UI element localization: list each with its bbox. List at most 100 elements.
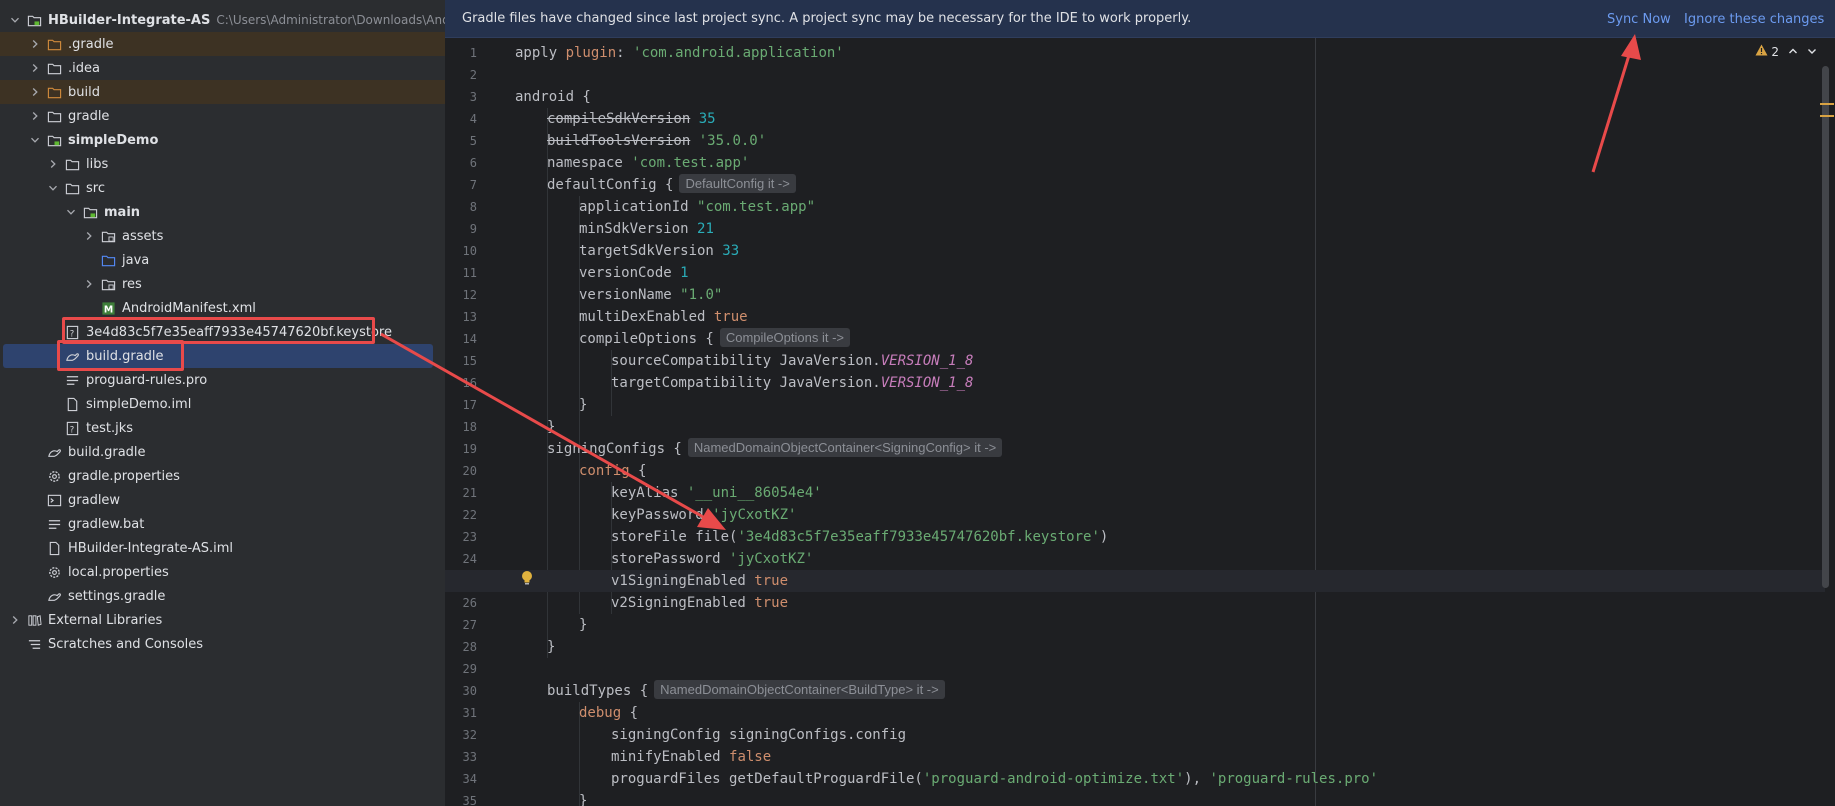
code-line[interactable]: android { <box>515 86 591 108</box>
tree-item-label: res <box>122 276 142 292</box>
lightbulb-icon[interactable] <box>520 570 534 586</box>
code-token: VERSION_1_8 <box>880 375 974 391</box>
tree-item-folder-libs[interactable]: libs <box>0 152 445 176</box>
tree-item-label: src <box>86 180 105 196</box>
tree-item-module-simpledemo[interactable]: simpleDemo <box>0 128 445 152</box>
tree-item-file-simpledemo-iml[interactable]: simpleDemo.iml <box>0 392 445 416</box>
chevron-right-icon[interactable] <box>46 157 60 171</box>
code-line[interactable]: proguardFiles getDefaultProguardFile('pr… <box>611 768 1378 790</box>
tree-item-folder-idea[interactable]: .idea <box>0 56 445 80</box>
code-line[interactable]: namespace 'com.test.app' <box>547 152 749 174</box>
tree-item-folder-assets[interactable]: assets <box>0 224 445 248</box>
problems-indicator[interactable]: 2 <box>1755 44 1817 59</box>
code-line[interactable]: keyAlias '__uni__86054e4' <box>611 482 822 504</box>
code-token: true <box>754 595 789 611</box>
tree-item-file-module-build-gradle[interactable]: build.gradle <box>3 344 433 368</box>
code-line[interactable]: targetCompatibility JavaVersion.VERSION_… <box>611 372 973 394</box>
resource-folder-icon <box>100 228 116 244</box>
tree-item-file-gradlew[interactable]: gradlew <box>0 488 445 512</box>
code-line[interactable]: buildToolsVersion '35.0.0' <box>547 130 766 152</box>
chevron-right-icon[interactable] <box>82 229 96 243</box>
folder-icon <box>46 540 62 556</box>
code-line[interactable]: defaultConfig {DefaultConfig it -> <box>547 174 796 196</box>
tree-item-file-root-build-gradle[interactable]: build.gradle <box>0 440 445 464</box>
code-line[interactable]: versionName "1.0" <box>579 284 722 306</box>
code-line[interactable]: config { <box>579 460 646 482</box>
code-line[interactable]: minifyEnabled false <box>611 746 771 768</box>
tree-item-file-settings-gradle[interactable]: settings.gradle <box>0 584 445 608</box>
chevron-down-icon[interactable] <box>28 133 42 147</box>
warning-stripe-marker[interactable] <box>1820 115 1834 117</box>
chevron-up-icon[interactable] <box>1788 45 1798 59</box>
code-token: 'com.test.app' <box>631 155 750 171</box>
tree-item-external-libraries[interactable]: External Libraries <box>0 608 445 632</box>
code-line[interactable]: storePassword 'jyCxotKZ' <box>611 548 813 570</box>
code-line[interactable]: multiDexEnabled true <box>579 306 748 328</box>
code-line[interactable]: storeFile file('3e4d83c5f7e35eaff7933e45… <box>611 526 1108 548</box>
tree-item-scratches-and-consoles[interactable]: Scratches and Consoles <box>0 632 445 656</box>
tree-item-file-gradlew-bat[interactable]: gradlew.bat <box>0 512 445 536</box>
code-line[interactable]: sourceCompatibility JavaVersion.VERSION_… <box>611 350 973 372</box>
code-line[interactable]: v2SigningEnabled true <box>611 592 788 614</box>
tree-item-folder-main[interactable]: main <box>0 200 445 224</box>
tree-item-file-project-iml[interactable]: HBuilder-Integrate-AS.iml <box>0 536 445 560</box>
code-token: signingConfig signingConfigs.config <box>611 727 907 743</box>
tree-item-folder-gradle[interactable]: gradle <box>0 104 445 128</box>
tree-item-file-android-manifest[interactable]: M AndroidManifest.xml <box>0 296 445 320</box>
code-line[interactable]: buildTypes {NamedDomainObjectContainer<B… <box>547 680 945 702</box>
tree-item-file-gradle-properties[interactable]: gradle.properties <box>0 464 445 488</box>
tree-item-file-test-jks[interactable]: ? test.jks <box>0 416 445 440</box>
tree-item-folder-java[interactable]: java <box>0 248 445 272</box>
chevron-down-icon[interactable] <box>64 205 78 219</box>
code-line[interactable]: signingConfigs {NamedDomainObjectContain… <box>547 438 1003 460</box>
tree-item-file-local-properties[interactable]: local.properties <box>0 560 445 584</box>
module-folder-icon <box>26 12 42 28</box>
tree-item-file-keystore[interactable]: ? 3e4d83c5f7e35eaff7933e45747620bf.keysto… <box>0 320 445 344</box>
chevron-down-icon[interactable] <box>8 13 22 27</box>
tree-item-label: java <box>122 252 150 268</box>
chevron-right-icon[interactable] <box>28 85 42 99</box>
code-area[interactable]: apply plugin: 'com.android.application' a… <box>445 38 1835 806</box>
chevron-right-icon[interactable] <box>28 37 42 51</box>
tree-item-file-proguard-rules[interactable]: proguard-rules.pro <box>0 368 445 392</box>
tree-item-folder-build[interactable]: build <box>0 80 445 104</box>
svg-text:M: M <box>103 304 112 315</box>
code-line[interactable]: } <box>547 636 555 658</box>
code-token: v1SigningEnabled <box>611 573 755 589</box>
chevron-right-icon[interactable] <box>28 109 42 123</box>
chevron-down-icon[interactable] <box>46 181 60 195</box>
code-line[interactable]: } <box>579 790 587 806</box>
chevron-down-icon[interactable] <box>1807 45 1817 59</box>
chevron-right-icon[interactable] <box>28 61 42 75</box>
tree-item-folder-src[interactable]: src <box>0 176 445 200</box>
code-line[interactable]: debug { <box>579 702 638 724</box>
code-line[interactable]: } <box>547 416 555 438</box>
code-line[interactable]: compileSdkVersion 35 <box>547 108 716 130</box>
code-line[interactable]: signingConfig signingConfigs.config <box>611 724 906 746</box>
warning-stripe-marker[interactable] <box>1820 103 1834 105</box>
code-line[interactable]: versionCode 1 <box>579 262 689 284</box>
code-line[interactable]: applicationId "com.test.app" <box>579 196 815 218</box>
folder-icon <box>64 396 80 412</box>
code-line[interactable]: minSdkVersion 21 <box>579 218 714 240</box>
tree-item-project-root[interactable]: HBuilder-Integrate-AS C:\Users\Administra… <box>0 8 445 32</box>
code-line[interactable]: compileOptions {CompileOptions it -> <box>579 328 850 350</box>
code-token: true <box>754 573 789 589</box>
sync-now-link[interactable]: Sync Now <box>1607 12 1671 27</box>
code-line[interactable]: targetSdkVersion 33 <box>579 240 739 262</box>
tree-item-label: .idea <box>68 60 100 76</box>
chevron-right-icon[interactable] <box>82 277 96 291</box>
vertical-scrollbar[interactable] <box>1822 66 1829 588</box>
code-line[interactable]: } <box>579 614 587 636</box>
code-editor[interactable]: Gradle files have changed since last pro… <box>445 0 1835 806</box>
code-line[interactable]: } <box>579 394 587 416</box>
project-tree: HBuilder-Integrate-AS C:\Users\Administra… <box>0 0 445 806</box>
tree-item-folder-gradle-cache[interactable]: .gradle <box>0 32 445 56</box>
code-line[interactable]: keyPassword 'jyCxotKZ' <box>611 504 796 526</box>
chevron-right-icon[interactable] <box>8 613 22 627</box>
tree-item-folder-res[interactable]: res <box>0 272 445 296</box>
ignore-changes-link[interactable]: Ignore these changes <box>1684 12 1824 27</box>
code-line[interactable]: apply plugin: 'com.android.application' <box>515 42 844 64</box>
code-token: v2SigningEnabled <box>611 595 755 611</box>
code-line[interactable]: v1SigningEnabled true <box>611 570 788 592</box>
